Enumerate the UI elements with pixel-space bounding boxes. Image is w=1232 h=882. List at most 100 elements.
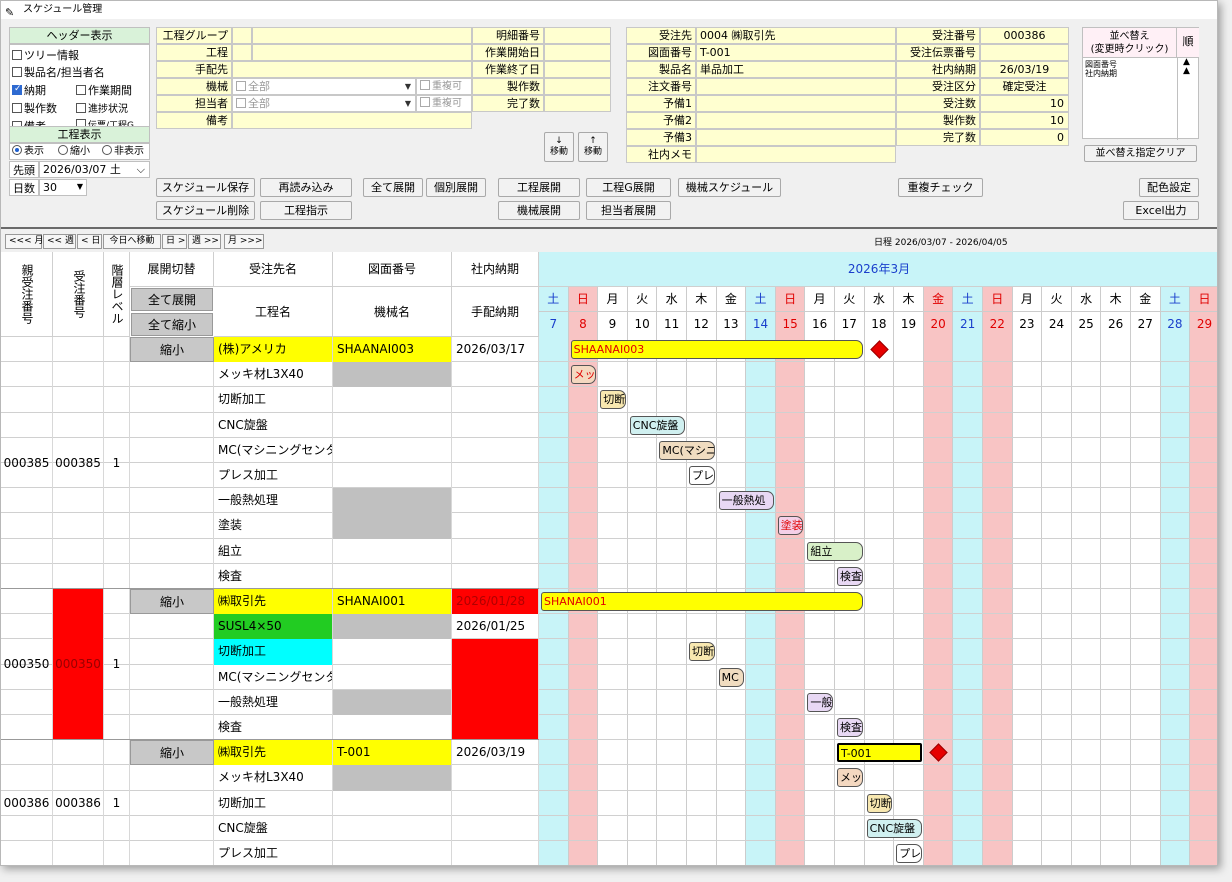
product-checkbox[interactable] <box>12 67 22 77</box>
schedule-bar[interactable]: SHANAI001 <box>541 592 863 611</box>
next-day-button[interactable]: 日 > <box>162 234 187 249</box>
table-row[interactable]: CNC旋盤 <box>1 412 1217 438</box>
staff-select[interactable]: 全部 ▼ <box>232 95 416 112</box>
drawing-cell[interactable] <box>333 437 452 463</box>
process-name-cell[interactable]: 切断加工 <box>214 387 333 413</box>
process-expand-button[interactable]: 工程展開 <box>498 178 580 197</box>
drawing-cell[interactable] <box>333 488 452 514</box>
processg-expand-button[interactable]: 工程G展開 <box>586 178 671 197</box>
reload-button[interactable]: 再読み込み <box>260 178 352 197</box>
table-row[interactable]: 一般熱処理 <box>1 488 1217 514</box>
schedule-bar[interactable]: CNC旋盤 <box>866 818 922 838</box>
table-row[interactable]: メッキ材L3X40 <box>1 362 1217 388</box>
table-row[interactable]: プレス加工 <box>1 463 1217 489</box>
schedule-bar[interactable]: プレ <box>896 844 922 863</box>
workperiod-checkbox[interactable] <box>76 85 86 95</box>
schedule-bar[interactable]: 検査 <box>837 566 863 586</box>
schedule-bar[interactable]: 検査 <box>837 718 863 737</box>
table-row[interactable]: 検査 <box>1 715 1217 741</box>
table-row[interactable]: MC(マシニングセンタ) <box>1 437 1217 463</box>
due-cell[interactable]: 2026/01/25 <box>452 614 539 640</box>
process-instruct-button[interactable]: 工程指示 <box>260 201 352 220</box>
schedule-bar[interactable]: メッキ <box>837 768 863 788</box>
drawing-cell[interactable] <box>333 790 452 816</box>
sort-asc-icon[interactable]: ▲ <box>1183 67 1190 76</box>
process-name-cell[interactable]: ㈱取引先 <box>214 589 333 615</box>
process-name-cell[interactable]: 組立 <box>214 538 333 564</box>
table-row[interactable]: プレス加工 <box>1 841 1217 865</box>
work-start-input[interactable] <box>544 44 611 61</box>
due-cell[interactable]: 2026/03/19 <box>452 740 539 766</box>
schedule-bar[interactable]: T-001 <box>837 743 922 763</box>
excel-export-button[interactable]: Excel出力 <box>1123 201 1199 220</box>
splitter[interactable] <box>1 227 1217 229</box>
dup-check-button[interactable]: 重複チェック <box>898 178 983 197</box>
next-month-button[interactable]: 月 >>> <box>224 234 264 249</box>
table-row[interactable]: 切断加工 <box>1 790 1217 816</box>
table-row[interactable]: MC(マシニングセンタ) <box>1 664 1217 690</box>
process-name-cell[interactable]: CNC旋盤 <box>214 412 333 438</box>
process-name-cell[interactable]: MC(マシニングセンタ) <box>214 437 333 463</box>
machine-select[interactable]: 全部 ▼ <box>232 78 416 95</box>
shrink-button[interactable]: 縮小 <box>130 589 214 615</box>
delete-schedule-button[interactable]: スケジュール削除 <box>156 201 255 220</box>
dup-staff[interactable]: 重複可 <box>416 95 472 112</box>
process-name-cell[interactable]: 一般熱処理 <box>214 689 333 715</box>
process-name-cell[interactable]: 検査 <box>214 563 333 589</box>
due-cell[interactable]: 2026/03/17 <box>452 337 539 363</box>
hide-radio[interactable] <box>102 145 112 155</box>
staff-all-checkbox[interactable] <box>236 98 246 108</box>
show-radio[interactable] <box>12 145 22 155</box>
save-schedule-button[interactable]: スケジュール保存 <box>156 178 255 197</box>
due-cell[interactable] <box>452 488 539 514</box>
sort-clear-button[interactable]: 並べ替え指定クリア <box>1084 145 1197 162</box>
table-row[interactable]: メッキ材L3X40 <box>1 765 1217 791</box>
machine-schedule-button[interactable]: 機械スケジュール <box>678 178 781 197</box>
table-row[interactable]: SUSL4×50 2026/01/25 <box>1 614 1217 640</box>
schedule-bar[interactable]: 切断 <box>689 642 715 662</box>
shrink-button[interactable]: 縮小 <box>130 337 214 363</box>
process-name-cell[interactable]: 一般熱処理 <box>214 488 333 514</box>
process-name-cell[interactable]: CNC旋盤 <box>214 815 333 841</box>
due-cell[interactable] <box>452 513 539 539</box>
schedule-bar[interactable]: 組立 <box>807 541 863 561</box>
note-input[interactable] <box>232 112 472 129</box>
progress-checkbox[interactable] <box>76 103 86 113</box>
process-group-input[interactable] <box>252 27 472 44</box>
schedule-bar[interactable]: MC <box>718 667 745 687</box>
due-checkbox[interactable] <box>12 84 22 95</box>
days-select[interactable]: 30 ▼ <box>39 179 87 196</box>
start-date-picker[interactable]: 2026/03/07 土 ⌵ <box>39 161 150 178</box>
drawing-cell[interactable] <box>333 563 452 589</box>
due-cell[interactable] <box>452 639 539 665</box>
due-cell[interactable] <box>452 664 539 690</box>
process-name-cell[interactable]: メッキ材L3X40 <box>214 362 333 388</box>
work-end-input[interactable] <box>544 61 611 78</box>
process-input[interactable] <box>252 44 472 61</box>
schedule-bar[interactable]: SHAANAI003 <box>570 340 863 359</box>
drawing-cell[interactable] <box>333 513 452 539</box>
due-cell[interactable] <box>452 387 539 413</box>
dup-staff-checkbox[interactable] <box>420 97 430 107</box>
dup-machine-checkbox[interactable] <box>420 80 430 90</box>
process-name-cell[interactable]: プレス加工 <box>214 841 333 865</box>
table-row[interactable]: 縮小 ㈱取引先 T-001 2026/03/19 <box>1 740 1217 766</box>
shrink-radio[interactable] <box>58 145 68 155</box>
drawing-cell[interactable] <box>333 387 452 413</box>
due-cell[interactable] <box>452 412 539 438</box>
expand-all-rows-button[interactable]: 全て展開 <box>131 288 213 311</box>
table-row[interactable]: 一般熱処理 <box>1 689 1217 715</box>
machine-all-checkbox[interactable] <box>236 81 246 91</box>
move-down-button[interactable]: ↓ 移動 <box>544 132 574 162</box>
tree-checkbox[interactable] <box>12 50 22 60</box>
process-name-cell[interactable]: 切断加工 <box>214 790 333 816</box>
qty-checkbox[interactable] <box>12 103 22 113</box>
drawing-cell[interactable]: SHANAI001 <box>333 589 452 615</box>
staff-expand-button[interactable]: 担当者展開 <box>586 201 671 220</box>
table-row[interactable]: 組立 <box>1 538 1217 564</box>
drawing-cell[interactable] <box>333 664 452 690</box>
schedule-bar[interactable]: 一般 <box>807 692 833 712</box>
produced-input[interactable] <box>544 78 611 95</box>
completed-input[interactable] <box>544 95 611 112</box>
drawing-cell[interactable] <box>333 715 452 741</box>
